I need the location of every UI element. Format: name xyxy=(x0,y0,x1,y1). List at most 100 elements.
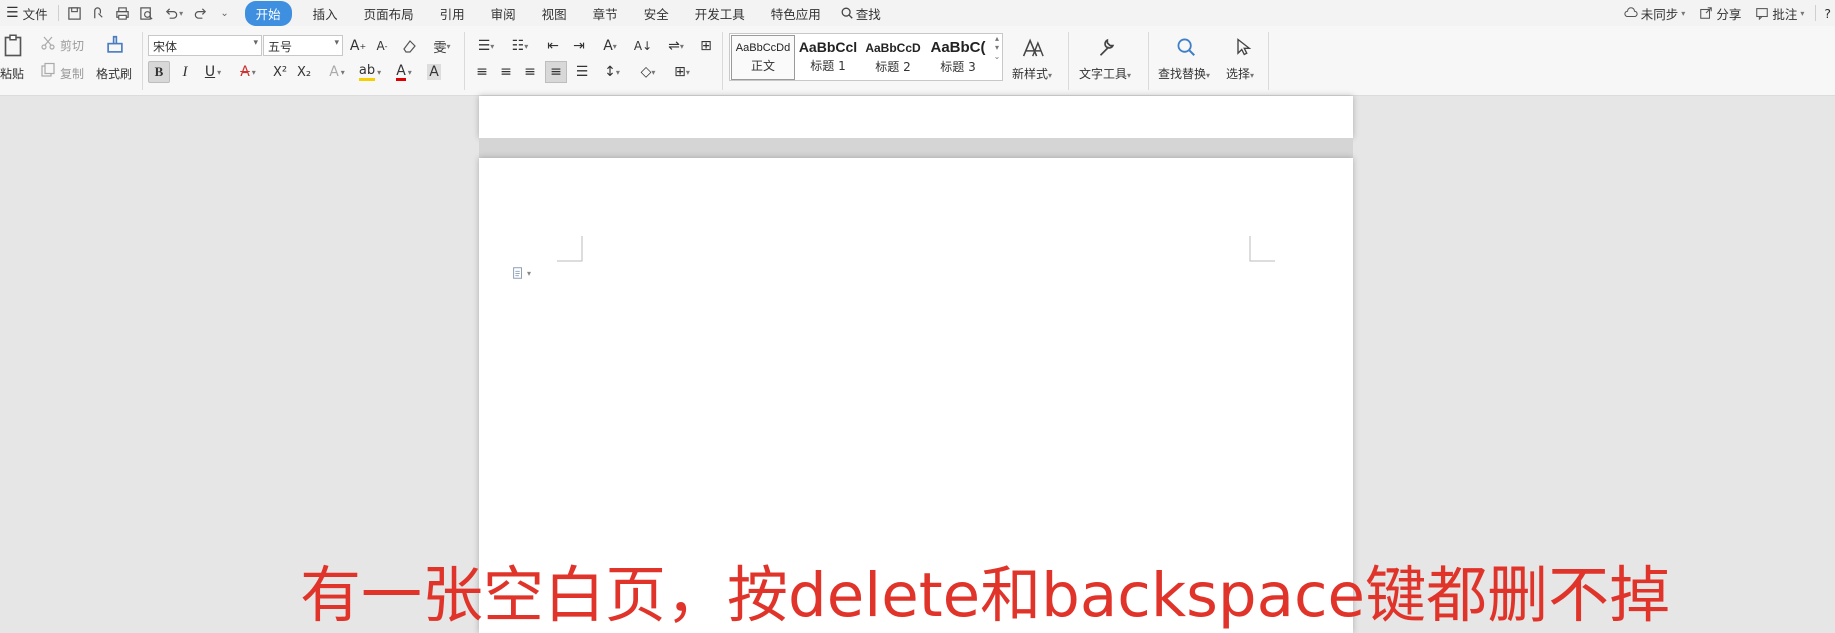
tab-references[interactable]: 引用 xyxy=(427,0,478,26)
styles-scroll[interactable]: ▴ ▾ ⌄ xyxy=(992,34,1002,80)
paste-options-button[interactable]: ▾ xyxy=(511,266,531,280)
increase-indent-button[interactable]: ⇥ xyxy=(568,35,590,57)
bullet-list-icon: ☰ xyxy=(477,38,491,54)
chevron-down-icon: ▾ xyxy=(490,41,495,51)
style-normal[interactable]: AaBbCcDd 正文 xyxy=(731,35,795,80)
font-size-select[interactable]: 五号 ▾ xyxy=(263,35,343,56)
help-button[interactable]: ? xyxy=(1820,0,1835,26)
subscript-button[interactable]: X₂ xyxy=(294,61,314,83)
style-heading-2[interactable]: AaBbCcD 标题 2 xyxy=(861,35,925,80)
grow-font-button[interactable]: A + xyxy=(348,35,368,57)
line-spacing-icon: ↕ xyxy=(604,64,616,80)
bullets-button[interactable]: ☰ ▾ xyxy=(472,35,500,57)
export-button[interactable] xyxy=(87,0,111,26)
sort-icon: A↓ xyxy=(633,39,653,53)
paste-button[interactable] xyxy=(0,32,26,58)
select-label[interactable]: 选择▾ xyxy=(1226,65,1254,82)
copy-label[interactable]: 复制 xyxy=(60,65,84,82)
select-button[interactable] xyxy=(1230,34,1256,60)
strikethrough-button[interactable]: A ▾ xyxy=(234,61,262,83)
chevron-down-icon: ▾ xyxy=(340,67,345,77)
cut-button[interactable] xyxy=(40,35,56,51)
chevron-down-icon: ▾ xyxy=(1681,8,1686,18)
highlight-icon: ab xyxy=(358,63,376,81)
tab-review[interactable]: 审阅 xyxy=(478,0,529,26)
print-icon xyxy=(116,6,129,20)
cursor-arrow-icon xyxy=(1237,38,1252,56)
italic-button[interactable]: I xyxy=(176,61,194,83)
file-menu[interactable]: ☰ 文件 xyxy=(0,0,54,26)
tab-view[interactable]: 视图 xyxy=(529,0,580,26)
export-icon xyxy=(94,6,103,18)
justify-button[interactable]: ≡ xyxy=(545,61,567,83)
table-grid-button[interactable]: ⊞ xyxy=(696,35,716,57)
font-color-button[interactable]: A ▾ xyxy=(390,61,418,83)
search-button[interactable]: 查找 xyxy=(834,0,887,26)
comment-icon xyxy=(1756,8,1769,20)
line-break-button[interactable]: ⇌ ▾ xyxy=(662,35,690,57)
sort-button[interactable]: A↓ xyxy=(632,35,654,57)
style-heading-1[interactable]: AaBbCcl 标题 1 xyxy=(796,35,860,80)
format-painter-label[interactable]: 格式刷 xyxy=(96,65,132,82)
hamburger-icon: ☰ xyxy=(6,5,19,21)
comment-button[interactable]: 批注 ▾ xyxy=(1748,0,1811,26)
sync-status-button[interactable]: 未同步 ▾ xyxy=(1617,0,1693,26)
style-heading-3[interactable]: AaBbC( 标题 3 xyxy=(926,35,990,80)
shading-button[interactable]: ◇ ▾ xyxy=(634,61,662,83)
format-painter-button[interactable] xyxy=(102,32,128,58)
distribute-button[interactable]: ☰ xyxy=(572,61,592,83)
redo-button[interactable] xyxy=(189,0,213,26)
find-replace-label[interactable]: 查找替换▾ xyxy=(1158,65,1210,82)
char-shading-button[interactable]: A xyxy=(424,61,444,83)
decrease-indent-button[interactable]: ⇤ xyxy=(542,35,564,57)
change-case-button[interactable]: A ▾ xyxy=(596,35,624,57)
tab-developer[interactable]: 开发工具 xyxy=(682,0,758,26)
font-name-select[interactable]: 宋体 ▾ xyxy=(148,35,262,56)
text-tools-button[interactable] xyxy=(1092,34,1120,60)
text-effect-button[interactable]: A ▾ xyxy=(324,61,350,83)
text-direction-icon: A xyxy=(603,38,613,54)
tab-special-apps[interactable]: 特色应用 xyxy=(758,0,834,26)
tab-section[interactable]: 章节 xyxy=(580,0,631,26)
paste-label[interactable]: 粘贴 xyxy=(0,65,24,82)
tab-insert[interactable]: 插入 xyxy=(300,0,351,26)
share-button[interactable]: 分享 xyxy=(1692,0,1748,26)
align-center-button[interactable]: ≡ xyxy=(496,61,516,83)
text-tools-label[interactable]: 文字工具▾ xyxy=(1079,65,1131,82)
borders-button[interactable]: ⊞ ▾ xyxy=(668,61,696,83)
find-replace-button[interactable] xyxy=(1172,34,1200,60)
undo-button[interactable]: ▾ xyxy=(159,0,189,26)
save-button[interactable] xyxy=(63,0,87,26)
chevron-down-icon: ▾ xyxy=(524,41,529,51)
align-right-icon: ≡ xyxy=(524,64,536,80)
print-preview-button[interactable] xyxy=(135,0,159,26)
superscript-button[interactable]: X² xyxy=(270,61,290,83)
new-style-button[interactable] xyxy=(1020,34,1048,60)
highlight-button[interactable]: ab ▾ xyxy=(356,61,384,83)
distribute-icon: ☰ xyxy=(575,64,589,80)
tab-page-layout[interactable]: 页面布局 xyxy=(351,0,427,26)
numbering-button[interactable]: ☷ ▾ xyxy=(506,35,534,57)
chevron-down-icon: ▾ xyxy=(407,67,412,77)
align-right-button[interactable]: ≡ xyxy=(520,61,540,83)
cut-label[interactable]: 剪切 xyxy=(60,37,84,54)
copy-button[interactable] xyxy=(40,62,56,78)
print-button[interactable] xyxy=(111,0,135,26)
shrink-font-button[interactable]: A- xyxy=(372,35,392,57)
chevron-down-icon: ▾ xyxy=(179,8,184,18)
new-style-label[interactable]: 新样式▾ xyxy=(1012,65,1052,82)
customize-toolbar-button[interactable]: ⌄ xyxy=(213,0,237,26)
underline-button[interactable]: U ▾ xyxy=(200,61,226,83)
bold-button[interactable]: B xyxy=(148,61,170,83)
comment-label: 批注 xyxy=(1772,6,1798,22)
tab-security[interactable]: 安全 xyxy=(631,0,682,26)
group-divider xyxy=(142,32,143,90)
chevron-down-icon: ▾ xyxy=(377,67,382,77)
new-style-icon xyxy=(1022,38,1044,57)
phonetic-guide-button[interactable]: 雯 ▾ xyxy=(428,35,456,57)
clear-format-button[interactable] xyxy=(400,37,418,55)
align-left-button[interactable]: ≡ xyxy=(472,61,492,83)
tab-home[interactable]: 开始 xyxy=(244,0,292,26)
line-spacing-button[interactable]: ↕ ▾ xyxy=(598,61,626,83)
brush-icon xyxy=(107,35,123,53)
